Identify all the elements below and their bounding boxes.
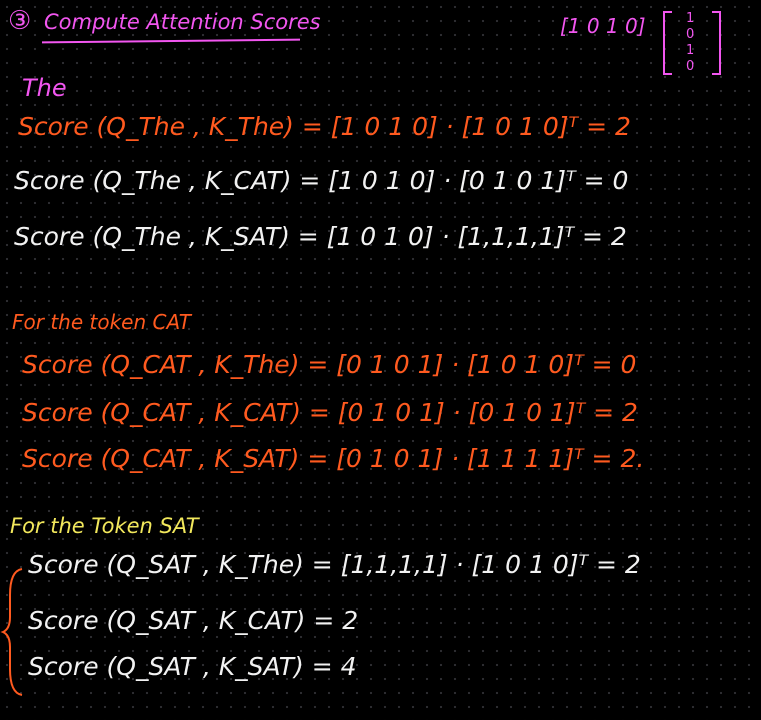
corner-row-vector: [1 0 1 0] — [560, 14, 646, 38]
sat-group-brace — [0, 568, 23, 696]
corner-col-2: 0 — [686, 27, 695, 42]
score-cat-cat: Score (Q_CAT , K_CAT) = [0 1 0 1] · [0 1… — [22, 398, 638, 427]
page-title: Compute Attention Scores — [44, 10, 321, 34]
step-number-badge: ③ — [8, 6, 32, 36]
score-the-cat: Score (Q_The , K_CAT) = [1 0 1 0] · [0 1… — [14, 166, 629, 195]
corner-col-1: 1 — [686, 11, 695, 26]
score-sat-the: Score (Q_SAT , K_The) = [1,1,1,1] · [1 0… — [28, 550, 641, 579]
score-the-sat: Score (Q_The , K_SAT) = [1 0 1 0] · [1,1… — [14, 222, 627, 251]
corner-col-4: 0 — [686, 59, 695, 74]
score-cat-sat: Score (Q_CAT , K_SAT) = [0 1 0 1] · [1 1… — [22, 444, 645, 473]
score-cat-the: Score (Q_CAT , K_The) = [0 1 0 1] · [1 0… — [22, 350, 637, 379]
section-label-sat: For the Token SAT — [10, 514, 199, 538]
corner-column-bracket — [663, 11, 721, 75]
corner-col-3: 1 — [686, 43, 695, 58]
title-underline — [41, 38, 301, 44]
score-the-the: Score (Q_The , K_The) = [1 0 1 0] · [1 0… — [18, 112, 631, 141]
score-sat-cat: Score (Q_SAT , K_CAT) = 2 — [28, 606, 359, 635]
section-label-the: The — [22, 74, 67, 102]
section-label-cat: For the token CAT — [12, 310, 191, 334]
score-sat-sat: Score (Q_SAT , K_SAT) = 4 — [28, 652, 357, 681]
